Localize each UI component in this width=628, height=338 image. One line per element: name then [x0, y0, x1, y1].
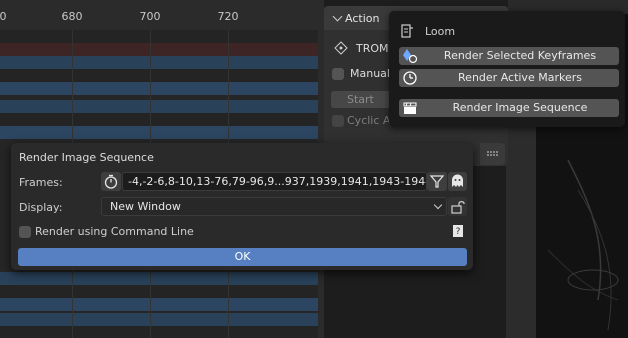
chevron-down-icon: [332, 11, 343, 22]
loom-icon: [400, 24, 414, 41]
track-row: [0, 82, 318, 95]
track-row: [0, 69, 318, 82]
frames-timer-button[interactable]: [101, 172, 121, 191]
ruler-tick: 0: [0, 10, 7, 23]
action-object-icon: [334, 41, 348, 58]
command-line-label: Render using Command Line: [35, 225, 194, 238]
render-active-markers-button[interactable]: Render Active Markers: [399, 69, 619, 87]
frames-input[interactable]: -4,-2-6,8-10,13-76,79-96,9...937,1939,19…: [122, 172, 427, 191]
frames-filter-button[interactable]: [427, 172, 447, 191]
unlock-icon: [451, 201, 465, 214]
render-selected-keyframes-button[interactable]: Render Selected Keyframes: [399, 47, 619, 65]
render-image-sequence-dialog: Render Image Sequence Frames: -4,-2-6,8-…: [11, 143, 473, 270]
track-row: [0, 56, 318, 69]
command-line-checkbox[interactable]: [19, 226, 31, 238]
display-select-value: New Window: [110, 200, 181, 213]
display-select[interactable]: New Window: [101, 197, 447, 216]
loom-menu-title: Loom: [425, 25, 456, 38]
track-row: [0, 43, 318, 56]
chevron-down-icon: [433, 200, 443, 210]
render-selected-keyframes-label: Render Selected Keyframes: [443, 49, 597, 62]
frame-ruler[interactable]: 0 680 700 720: [0, 0, 318, 31]
render-active-markers-label: Render Active Markers: [458, 71, 582, 84]
stopwatch-icon: [104, 174, 118, 189]
track-row: [0, 30, 318, 43]
frames-input-value: -4,-2-6,8-10,13-76,79-96,9...937,1939,19…: [128, 175, 427, 188]
start-frame-label: Start: [347, 93, 374, 106]
drag-dots-icon: [487, 151, 498, 156]
cyclic-label: Cyclic A: [347, 114, 391, 127]
cyclic-checkbox[interactable]: [332, 115, 344, 127]
ruler-tick: 680: [61, 10, 83, 23]
keyframes-icon: [402, 48, 418, 64]
track-row: [0, 298, 318, 311]
display-label: Display:: [19, 201, 63, 214]
help-icon: ?: [453, 225, 463, 237]
dialog-title: Render Image Sequence: [19, 151, 154, 164]
filter-icon: [429, 175, 445, 188]
ruler-tick: 720: [217, 10, 239, 23]
track-row: [0, 126, 318, 139]
render-image-sequence-label: Render Image Sequence: [452, 101, 588, 114]
action-panel-title: Action: [345, 12, 380, 25]
help-button[interactable]: ?: [452, 224, 464, 238]
frames-label: Frames:: [19, 176, 63, 189]
clapper-icon: [402, 100, 418, 116]
track-row: [0, 113, 318, 126]
ok-button-label: OK: [234, 250, 251, 263]
start-frame-field[interactable]: Start: [331, 91, 391, 108]
frames-ghost-button[interactable]: [448, 172, 467, 191]
track-row: [0, 313, 318, 326]
render-image-sequence-button[interactable]: Render Image Sequence: [399, 99, 619, 117]
markers-icon: [402, 70, 418, 86]
ghost-icon: [452, 174, 463, 187]
ok-button[interactable]: OK: [18, 248, 467, 266]
drag-handle[interactable]: [480, 143, 505, 165]
display-lock-button[interactable]: [448, 197, 467, 216]
track-row: [0, 326, 318, 338]
track-row: [0, 272, 318, 285]
ruler-tick: 700: [139, 10, 161, 23]
svg-text:?: ?: [456, 227, 461, 237]
loom-menu: Loom Render Selected Keyframes Render Ac…: [389, 11, 625, 127]
track-row: [0, 100, 318, 113]
manual-frame-checkbox[interactable]: [332, 68, 344, 80]
track-row: [0, 285, 318, 298]
